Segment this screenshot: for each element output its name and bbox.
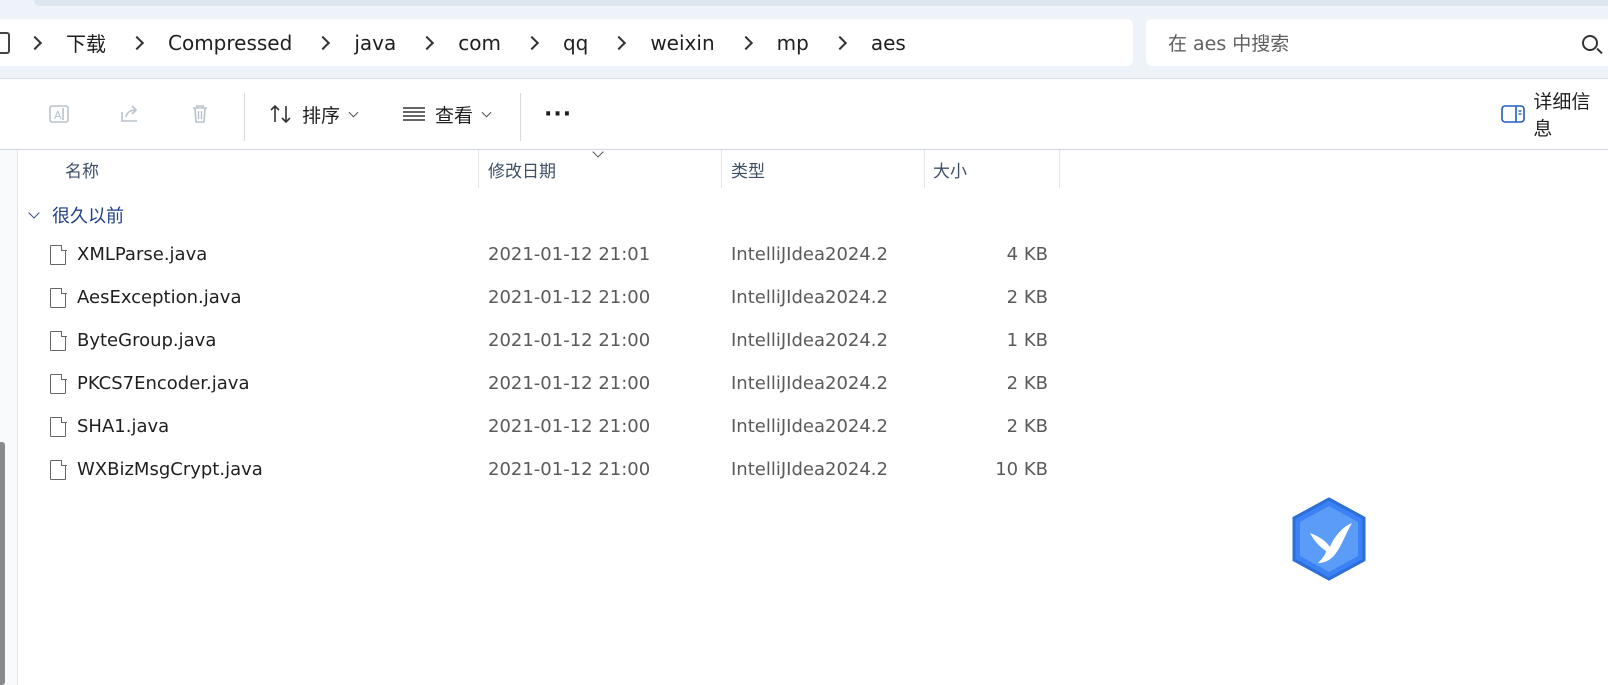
share-button[interactable] (113, 93, 147, 135)
column-divider[interactable] (924, 150, 925, 188)
breadcrumb-item-compressed[interactable]: Compressed (168, 31, 292, 55)
chevron-right-icon[interactable] (129, 35, 145, 50)
column-divider[interactable] (721, 150, 722, 188)
chevron-right-icon[interactable] (738, 35, 753, 50)
breadcrumb-item-qq[interactable]: qq (563, 31, 588, 55)
navigation-pane-edge (0, 150, 18, 685)
details-label: 详细信息 (1533, 91, 1591, 140)
file-modified: 2021-01-12 21:00 (488, 459, 651, 480)
address-bar-region: 下载 Compressed java com qq weixin mp aes (0, 0, 1608, 79)
table-row[interactable]: WXBizMsgCrypt.java 2021-01-12 21:00 Inte… (40, 450, 1060, 492)
file-type: IntelliJIdea2024.2 (731, 459, 888, 480)
table-row[interactable]: AesException.java 2021-01-12 21:00 Intel… (40, 278, 1060, 320)
details-pane-icon (1496, 97, 1529, 131)
rename-icon: A (42, 97, 76, 131)
table-row[interactable]: PKCS7Encoder.java 2021-01-12 21:00 Intel… (40, 364, 1060, 406)
command-toolbar: A 排序 查看 ··· 详细信息 (0, 79, 1608, 150)
file-modified: 2021-01-12 21:00 (488, 416, 651, 437)
file-modified: 2021-01-12 21:00 (488, 330, 651, 351)
search-box[interactable] (1146, 19, 1608, 68)
breadcrumb-item-downloads[interactable]: 下载 (66, 28, 106, 57)
file-type: IntelliJIdea2024.2 (731, 373, 888, 394)
file-type: IntelliJIdea2024.2 (731, 330, 888, 351)
svg-text:A: A (54, 109, 62, 122)
search-icon[interactable] (1582, 35, 1598, 51)
file-size: 10 KB (995, 459, 1048, 480)
file-name: XMLParse.java (77, 244, 208, 265)
file-modified: 2021-01-12 21:00 (488, 373, 651, 394)
file-modified: 2021-01-12 21:00 (488, 287, 651, 308)
chevron-right-icon[interactable] (420, 35, 435, 50)
column-header-size[interactable]: 大小 (933, 150, 967, 188)
file-icon (50, 330, 67, 351)
file-type: IntelliJIdea2024.2 (731, 287, 888, 308)
scrollbar-thumb[interactable] (0, 442, 5, 685)
breadcrumb-item-mp[interactable]: mp (777, 31, 809, 55)
sort-button[interactable]: 排序 (264, 93, 359, 135)
file-name: AesException.java (77, 287, 242, 308)
group-label: 很久以前 (52, 206, 124, 227)
title-strip (34, 0, 1608, 6)
more-dots-icon: ··· (544, 101, 573, 127)
file-icon (50, 416, 67, 437)
group-header[interactable]: 很久以前 (28, 202, 124, 228)
file-type: IntelliJIdea2024.2 (731, 244, 888, 265)
chevron-right-icon[interactable] (524, 35, 540, 50)
chevron-right-icon[interactable] (612, 35, 627, 50)
file-name: SHA1.java (77, 416, 170, 437)
file-icon (50, 373, 67, 394)
file-size: 1 KB (1006, 330, 1048, 351)
column-header-name[interactable]: 名称 (65, 150, 99, 188)
file-icon (50, 287, 67, 308)
file-icon (50, 459, 67, 480)
file-list-pane[interactable]: 名称 修改日期 类型 大小 很久以前 XMLParse.java 2021-01… (0, 146, 1608, 685)
file-size: 4 KB (1006, 244, 1048, 265)
table-row[interactable]: ByteGroup.java 2021-01-12 21:00 IntelliJ… (40, 321, 1060, 363)
column-divider[interactable] (1059, 150, 1060, 188)
chevron-down-icon (348, 107, 359, 117)
breadcrumb-item-weixin[interactable]: weixin (650, 31, 714, 55)
breadcrumb-item-com[interactable]: com (458, 31, 501, 55)
breadcrumb-item-java[interactable]: java (354, 31, 396, 55)
file-name: ByteGroup.java (77, 330, 217, 351)
view-label: 查看 (435, 104, 474, 127)
trash-icon (183, 97, 217, 131)
details-pane-button[interactable]: 详细信息 (1496, 91, 1608, 140)
column-header-modified[interactable]: 修改日期 (488, 150, 556, 188)
chevron-down-icon[interactable] (28, 207, 40, 219)
file-size: 2 KB (1006, 416, 1048, 437)
column-header-type[interactable]: 类型 (731, 150, 765, 188)
breadcrumb-item-aes[interactable]: aes (871, 31, 906, 55)
toolbar-divider (244, 93, 245, 141)
chevron-down-icon (481, 107, 492, 117)
file-modified: 2021-01-12 21:01 (488, 244, 651, 265)
file-name: WXBizMsgCrypt.java (77, 459, 263, 480)
rename-button[interactable]: A (42, 93, 76, 135)
file-name: PKCS7Encoder.java (77, 373, 250, 394)
search-input[interactable] (1166, 19, 1550, 68)
table-row[interactable]: XMLParse.java 2021-01-12 21:01 IntelliJI… (40, 235, 1060, 277)
bird-logo-icon[interactable] (1290, 497, 1368, 581)
delete-button[interactable] (183, 93, 217, 135)
folder-edge-icon (0, 31, 10, 54)
file-size: 2 KB (1006, 287, 1048, 308)
chevron-right-icon[interactable] (27, 35, 43, 50)
share-icon (113, 97, 147, 131)
file-type: IntelliJIdea2024.2 (731, 416, 888, 437)
list-view-icon (397, 97, 431, 131)
breadcrumb[interactable]: 下载 Compressed java com qq weixin mp aes (0, 19, 1133, 66)
chevron-right-icon[interactable] (832, 35, 847, 50)
sort-arrows-icon (264, 97, 298, 131)
view-button[interactable]: 查看 (397, 93, 492, 135)
table-row[interactable]: SHA1.java 2021-01-12 21:00 IntelliJIdea2… (40, 407, 1060, 449)
sort-label: 排序 (302, 104, 341, 127)
column-divider[interactable] (478, 150, 479, 188)
toolbar-divider (520, 93, 521, 141)
file-size: 2 KB (1006, 373, 1048, 394)
chevron-right-icon[interactable] (316, 35, 331, 50)
more-options-button[interactable]: ··· (538, 93, 572, 135)
file-icon (50, 244, 67, 265)
